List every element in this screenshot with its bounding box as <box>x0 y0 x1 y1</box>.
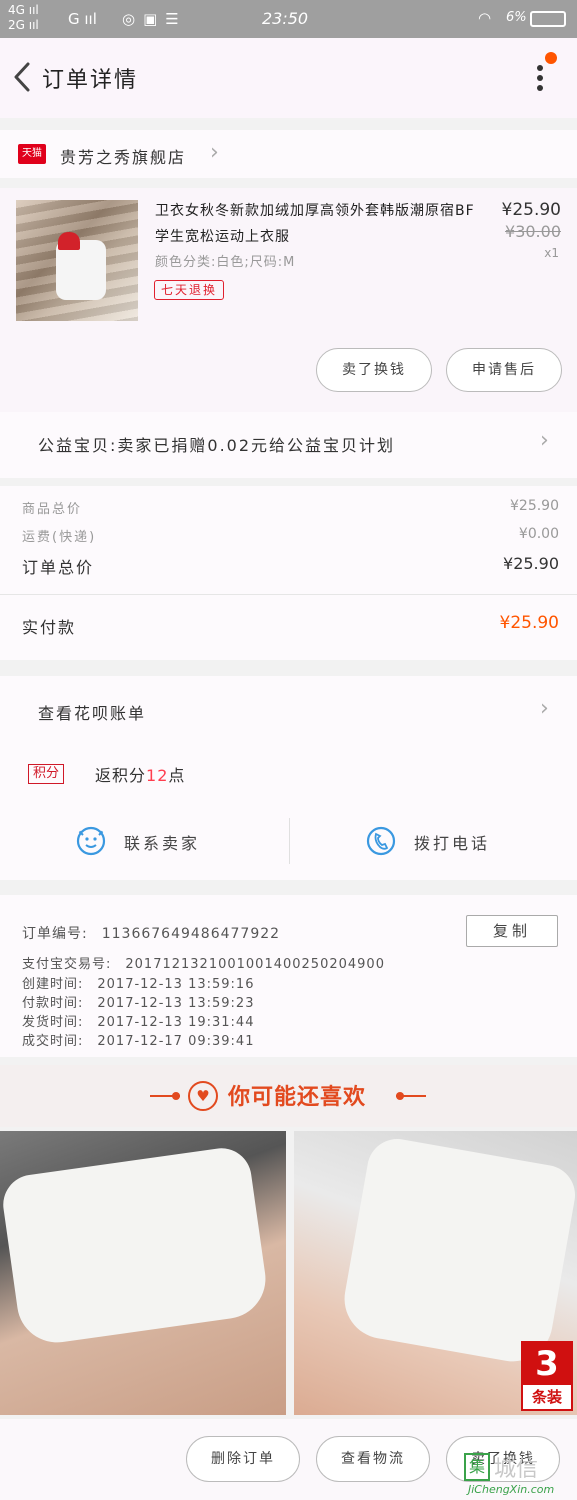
paid-label: 实付款 <box>22 618 77 637</box>
goods-total-label: 商品总价 <box>22 502 83 517</box>
order-total-label: 订单总价 <box>22 558 95 577</box>
order-number-label: 订单编号: <box>22 926 88 942</box>
call-phone-button[interactable]: 拨打电话 <box>290 816 577 866</box>
recommend-product-image[interactable] <box>0 1131 286 1415</box>
watermark-url: JiChengXin.com <box>468 1483 555 1496</box>
shipping-label: 运费(快递) <box>22 530 97 545</box>
contact-seller-button[interactable]: 联系卖家 <box>0 816 288 866</box>
delete-order-button[interactable]: 删除订单 <box>186 1436 300 1482</box>
watermark-text: 城信 <box>494 1457 539 1482</box>
points-text: 返积分12点 <box>95 766 186 785</box>
points-badge: 积分 <box>28 764 65 784</box>
product-card[interactable]: 卫衣女秋冬新款加绒加厚高领外套韩版潮原宿BF学生宽松运动上衣服 颜色分类:白色;… <box>0 188 577 412</box>
back-arrow-icon[interactable] <box>10 60 36 94</box>
seven-day-return-tag: 七天退换 <box>154 280 225 300</box>
product-image[interactable] <box>16 200 138 321</box>
sell-exchange-button[interactable]: 卖了换钱 <box>316 348 432 392</box>
chevron-right-icon: › <box>210 140 219 165</box>
recommend-header: ♥ 你可能还喜欢 <box>0 1065 577 1127</box>
heart-icon: ♥ <box>188 1081 218 1111</box>
product-spec: 颜色分类:白色;尺码:M <box>155 255 296 270</box>
order-total-value: ¥25.90 <box>503 554 559 573</box>
paid-time-row: 付款时间: 2017-12-13 13:59:23 <box>22 996 255 1011</box>
created-time-row: 创建时间: 2017-12-13 13:59:16 <box>22 977 255 992</box>
chat-icon <box>76 826 106 856</box>
product-original-price: ¥30.00 <box>505 222 561 241</box>
battery-icon <box>530 11 566 27</box>
shipping-value: ¥0.00 <box>518 526 559 542</box>
recommend-title: 你可能还喜欢 <box>228 1085 367 1110</box>
charity-text: 公益宝贝:卖家已捐赠0.02元给公益宝贝计划 <box>38 436 396 455</box>
status-time: 23:50 <box>262 9 309 28</box>
signal-icon: G ııl <box>68 10 97 28</box>
paid-value: ¥25.90 <box>499 613 559 633</box>
wifi-icon: ◠ <box>478 9 492 27</box>
goods-total-value: ¥25.90 <box>510 498 559 514</box>
shipped-time-row: 发货时间: 2017-12-13 19:31:44 <box>22 1015 255 1030</box>
app-header: 订单详情 <box>0 38 577 118</box>
product-quantity: x1 <box>544 246 559 260</box>
bottom-action-bar: 删除订单 查看物流 卖了换钱 集 城信 JiChengXin.com <box>0 1419 577 1500</box>
notification-icons: ◎▣☰ <box>122 10 187 28</box>
order-number-value: 113667649486477922 <box>101 926 281 942</box>
order-info: 订单编号: 113667649486477922 复制 支付宝交易号: 201712… <box>0 895 577 1057</box>
watermark-logo: 集 <box>464 1453 490 1481</box>
product-price: ¥25.90 <box>501 200 561 220</box>
shop-name[interactable]: 贵芳之秀旗舰店 <box>60 144 186 168</box>
tmall-icon: 天猫 <box>18 144 46 164</box>
network-indicator: 4G ııl 2G ııl <box>8 3 39 32</box>
three-pack-badge: 3 条装 <box>521 1341 573 1411</box>
charity-row[interactable]: 公益宝贝:卖家已捐赠0.02元给公益宝贝计划 › <box>0 412 577 478</box>
view-logistics-button[interactable]: 查看物流 <box>316 1436 430 1482</box>
huabei-section: 查看花呗账单 › 积分 返积分12点 联系卖家 拨打电话 <box>0 676 577 880</box>
alipay-number-row: 支付宝交易号: 2017121321001001400250204900 <box>22 957 385 972</box>
contact-seller-label: 联系卖家 <box>124 834 201 853</box>
page-title: 订单详情 <box>42 68 139 93</box>
phone-icon <box>366 826 396 856</box>
after-sale-button[interactable]: 申请售后 <box>446 348 562 392</box>
call-phone-label: 拨打电话 <box>414 834 491 853</box>
shop-row[interactable]: 天猫 贵芳之秀旗舰店 › <box>0 130 577 178</box>
price-summary: 商品总价 ¥25.90 运费(快递) ¥0.00 订单总价 ¥25.90 实付款… <box>0 486 577 660</box>
status-bar: 4G ııl 2G ııl G ııl ◎▣☰ 23:50 ◠ 6% <box>0 0 577 38</box>
decor-line <box>396 1095 426 1097</box>
product-title[interactable]: 卫衣女秋冬新款加绒加厚高领外套韩版潮原宿BF学生宽松运动上衣服 <box>155 198 475 250</box>
more-menu-icon[interactable] <box>530 58 550 98</box>
completed-time-row: 成交时间: 2017-12-17 09:39:41 <box>22 1034 255 1049</box>
contact-row: 联系卖家 拨打电话 <box>0 816 577 866</box>
divider <box>0 594 577 595</box>
battery-level: 6% <box>506 10 527 25</box>
site-watermark: 集 城信 JiChengXin.com <box>464 1451 572 1497</box>
chevron-right-icon: › <box>540 428 549 453</box>
notification-dot <box>545 52 557 64</box>
chevron-right-icon: › <box>540 696 549 721</box>
recommend-product-image[interactable]: 3 条装 <box>294 1131 577 1415</box>
huabei-bill-link[interactable]: 查看花呗账单 <box>38 700 146 724</box>
decor-dot <box>172 1092 180 1100</box>
order-number-row: 订单编号: 113667649486477922 <box>22 923 280 943</box>
copy-button[interactable]: 复制 <box>466 915 558 947</box>
